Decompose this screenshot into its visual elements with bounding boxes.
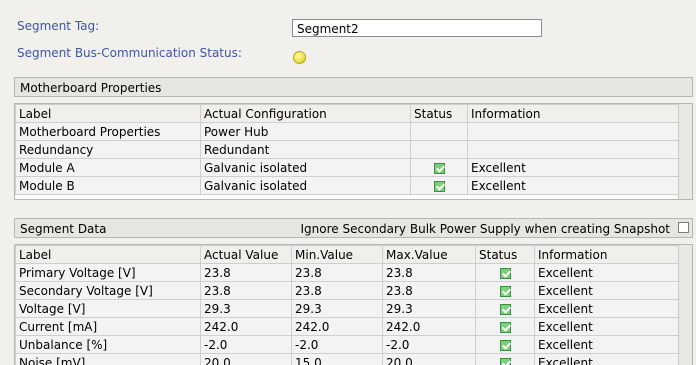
information-cell: Excellent <box>534 281 680 300</box>
status-ok-check-icon <box>499 339 511 351</box>
table-row[interactable]: Module B Galvanic isolated Excellent <box>15 176 680 195</box>
table-row[interactable]: Redundancy Redundant <box>15 140 680 159</box>
status-cell <box>410 122 468 141</box>
label-cell: Unbalance [%] <box>15 335 201 354</box>
motherboard-header-row: Label Actual Configuration Status Inform… <box>15 104 680 123</box>
col-header-label[interactable]: Label <box>15 245 201 264</box>
actual-value-cell: 29.3 <box>200 299 292 318</box>
label-cell: Redundancy <box>15 140 201 159</box>
table-row[interactable]: Module A Galvanic isolated Excellent <box>15 158 680 177</box>
status-cell <box>475 353 535 365</box>
segment-data-table: Label Actual Value Min.Value Max.Value S… <box>15 245 680 365</box>
motherboard-panel-title: Motherboard Properties <box>20 81 162 95</box>
information-cell: Excellent <box>467 176 680 195</box>
min-value-cell: 29.3 <box>291 299 383 318</box>
information-cell: Excellent <box>534 299 680 318</box>
table-row[interactable]: Secondary Voltage [V] 23.8 23.8 23.8 Excelle… <box>15 281 680 300</box>
segment-data-panel-title: Segment Data <box>20 222 107 236</box>
status-cell <box>475 281 535 300</box>
status-ok-check-icon <box>499 285 511 297</box>
label-cell: Module B <box>15 176 201 195</box>
label-cell: Current [mA] <box>15 317 201 336</box>
min-value-cell: -2.0 <box>291 335 383 354</box>
max-value-cell: 20.0 <box>382 353 476 365</box>
min-value-cell: 242.0 <box>291 317 383 336</box>
actual-value-cell: 242.0 <box>200 317 292 336</box>
status-cell <box>410 158 468 177</box>
col-header-information[interactable]: Information <box>534 245 680 264</box>
motherboard-scrollbar[interactable] <box>678 104 692 199</box>
label-cell: Motherboard Properties <box>15 122 201 141</box>
col-header-actual-configuration[interactable]: Actual Configuration <box>200 104 411 123</box>
segment-data-scrollbar[interactable] <box>678 245 692 365</box>
max-value-cell: -2.0 <box>382 335 476 354</box>
status-ok-check-icon <box>499 357 511 365</box>
status-ok-check-icon <box>433 180 445 192</box>
information-cell: Excellent <box>534 335 680 354</box>
actual-configuration-cell: Galvanic isolated <box>200 176 411 195</box>
actual-value-cell: 20.0 <box>200 353 292 365</box>
information-cell: Excellent <box>467 158 680 177</box>
col-header-status[interactable]: Status <box>410 104 468 123</box>
label-cell: Primary Voltage [V] <box>15 263 201 282</box>
max-value-cell: 23.8 <box>382 263 476 282</box>
status-cell <box>475 335 535 354</box>
table-row[interactable]: Motherboard Properties Power Hub <box>15 122 680 141</box>
segment-data-table-container: Label Actual Value Min.Value Max.Value S… <box>14 244 693 365</box>
segment-data-panel-header: Segment Data Ignore Secondary Bulk Power… <box>14 218 693 238</box>
motherboard-table: Label Actual Configuration Status Inform… <box>15 104 680 195</box>
table-row[interactable]: Current [mA] 242.0 242.0 242.0 Excellent <box>15 317 680 336</box>
ignore-secondary-supply-label: Ignore Secondary Bulk Power Supply when … <box>300 222 670 236</box>
max-value-cell: 29.3 <box>382 299 476 318</box>
col-header-max-value[interactable]: Max.Value <box>382 245 476 264</box>
col-header-actual-value[interactable]: Actual Value <box>200 245 292 264</box>
status-cell <box>475 299 535 318</box>
status-ok-check-icon <box>499 303 511 315</box>
max-value-cell: 23.8 <box>382 281 476 300</box>
bus-status-led-icon <box>293 51 306 64</box>
col-header-label[interactable]: Label <box>15 104 201 123</box>
table-row[interactable]: Voltage [V] 29.3 29.3 29.3 Excellent <box>15 299 680 318</box>
actual-configuration-cell: Redundant <box>200 140 411 159</box>
table-row[interactable]: Primary Voltage [V] 23.8 23.8 23.8 Excellent <box>15 263 680 282</box>
min-value-cell: 23.8 <box>291 281 383 300</box>
motherboard-table-container: Label Actual Configuration Status Inform… <box>14 103 693 200</box>
label-cell: Module A <box>15 158 201 177</box>
actual-value-cell: 23.8 <box>200 281 292 300</box>
table-row[interactable]: Unbalance [%] -2.0 -2.0 -2.0 Excellent <box>15 335 680 354</box>
label-cell: Voltage [V] <box>15 299 201 318</box>
min-value-cell: 15.0 <box>291 353 383 365</box>
label-cell: Secondary Voltage [V] <box>15 281 201 300</box>
col-header-status[interactable]: Status <box>475 245 535 264</box>
segment-tag-input[interactable]: Segment2 <box>292 19 542 37</box>
actual-configuration-cell: Power Hub <box>200 122 411 141</box>
actual-configuration-cell: Galvanic isolated <box>200 158 411 177</box>
motherboard-panel-header: Motherboard Properties <box>14 77 693 97</box>
information-cell <box>467 140 680 159</box>
actual-value-cell: -2.0 <box>200 335 292 354</box>
col-header-min-value[interactable]: Min.Value <box>291 245 383 264</box>
segment-tag-label: Segment Tag: <box>17 19 100 33</box>
information-cell <box>467 122 680 141</box>
status-ok-check-icon <box>499 267 511 279</box>
col-header-information[interactable]: Information <box>467 104 680 123</box>
min-value-cell: 23.8 <box>291 263 383 282</box>
bus-status-label: Segment Bus-Communication Status: <box>17 46 242 60</box>
status-ok-check-icon <box>499 321 511 333</box>
information-cell: Excellent <box>534 263 680 282</box>
label-cell: Noise [mV] <box>15 353 201 365</box>
status-cell <box>410 140 468 159</box>
status-cell <box>475 317 535 336</box>
ignore-secondary-supply-checkbox[interactable] <box>678 222 689 233</box>
segment-data-header-row: Label Actual Value Min.Value Max.Value S… <box>15 245 680 264</box>
status-ok-check-icon <box>433 162 445 174</box>
max-value-cell: 242.0 <box>382 317 476 336</box>
status-cell <box>475 263 535 282</box>
information-cell: Excellent <box>534 317 680 336</box>
table-row[interactable]: Noise [mV] 20.0 15.0 20.0 Excellent <box>15 353 680 365</box>
actual-value-cell: 23.8 <box>200 263 292 282</box>
information-cell: Excellent <box>534 353 680 365</box>
status-cell <box>410 176 468 195</box>
